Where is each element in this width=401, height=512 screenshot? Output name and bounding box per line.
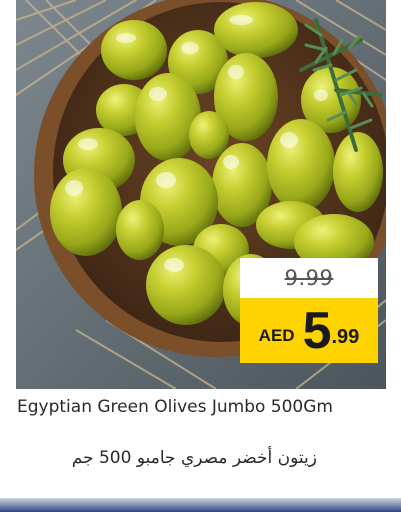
bottom-bar [0, 498, 401, 512]
new-price-integer: 5 [302, 301, 332, 360]
new-price-decimal: .99 [331, 326, 360, 348]
old-price: 9.99 [284, 266, 334, 290]
product-title-ar: زيتون أخضر مصري جامبو 500 جم [71, 448, 317, 468]
currency-label: AED [258, 325, 295, 345]
product-title-en: Egyptian Green Olives Jumbo 500Gm [17, 397, 333, 417]
old-price-box: 9.99 [240, 258, 378, 298]
new-price-box: AED 5 .99 [240, 298, 378, 363]
price-tag: 9.99 AED 5 .99 [240, 258, 378, 363]
